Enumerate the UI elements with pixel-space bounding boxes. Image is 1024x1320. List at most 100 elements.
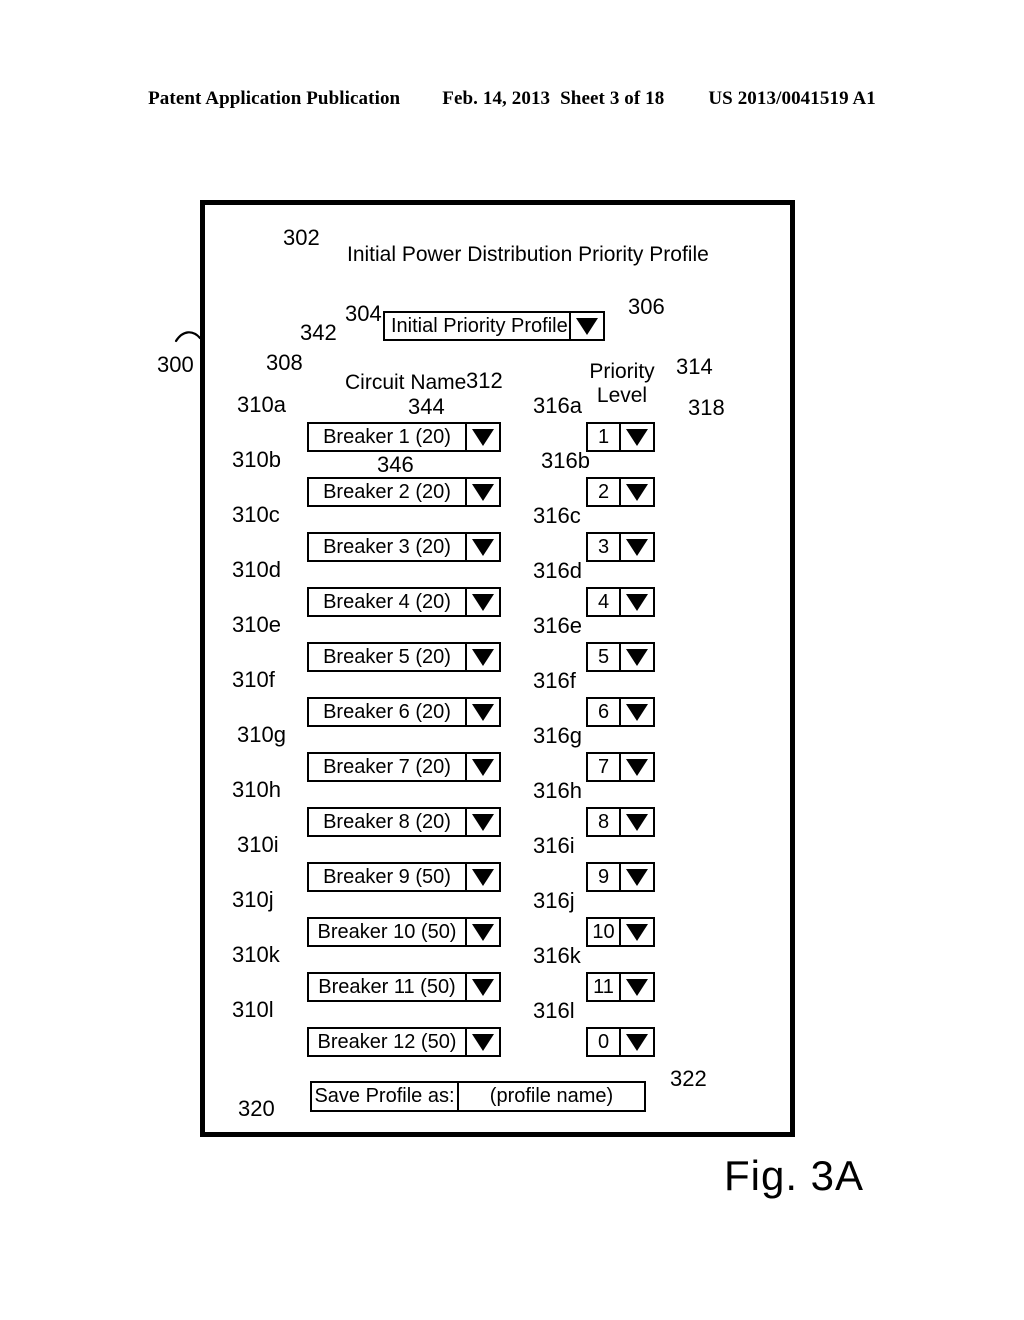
priority-level-dropdown-button[interactable]: [619, 534, 653, 560]
ref-priority-11: 316l: [533, 998, 575, 1023]
circuit-name-dropdown-button[interactable]: [465, 919, 499, 945]
caret-down-icon: [626, 593, 648, 611]
priority-level-value[interactable]: 9: [588, 864, 619, 890]
circuit-name-select[interactable]: Breaker 3 (20): [307, 532, 501, 562]
priority-level-select[interactable]: 5: [586, 642, 655, 672]
publication-label: Patent Application Publication: [148, 88, 401, 109]
priority-level-select[interactable]: 11: [586, 972, 655, 1002]
priority-level-value[interactable]: 3: [588, 534, 619, 560]
priority-level-value[interactable]: 6: [588, 699, 619, 725]
priority-level-select[interactable]: 4: [586, 587, 655, 617]
priority-level-dropdown-button[interactable]: [619, 479, 653, 505]
circuit-name-value[interactable]: Breaker 1 (20): [309, 424, 465, 450]
circuit-name-value[interactable]: Breaker 6 (20): [309, 699, 465, 725]
circuit-name-select[interactable]: Breaker 11 (50): [307, 972, 501, 1002]
circuit-name-select[interactable]: Breaker 7 (20): [307, 752, 501, 782]
caret-down-icon: [472, 923, 494, 941]
ref-306: 306: [628, 294, 665, 319]
circuit-name-dropdown-button[interactable]: [465, 479, 499, 505]
circuit-name-dropdown-button[interactable]: [465, 974, 499, 1000]
patent-number: US 2013/0041519 A1: [708, 88, 876, 109]
circuit-name-value[interactable]: Breaker 9 (50): [309, 864, 465, 890]
ref-302: 302: [283, 225, 320, 250]
profile-select-dropdown-button[interactable]: [569, 313, 603, 339]
caret-down-icon: [626, 1033, 648, 1051]
priority-level-select[interactable]: 8: [586, 807, 655, 837]
priority-level-select[interactable]: 10: [586, 917, 655, 947]
ref-circuit-10: 310k: [232, 942, 280, 967]
ref-322: 322: [670, 1066, 707, 1091]
priority-level-value[interactable]: 5: [588, 644, 619, 670]
priority-level-value[interactable]: 8: [588, 809, 619, 835]
priority-level-value[interactable]: 10: [588, 919, 619, 945]
circuit-name-select[interactable]: Breaker 4 (20): [307, 587, 501, 617]
circuit-name-select[interactable]: Breaker 10 (50): [307, 917, 501, 947]
priority-level-select[interactable]: 6: [586, 697, 655, 727]
priority-level-dropdown-button[interactable]: [619, 974, 653, 1000]
priority-level-dropdown-button[interactable]: [619, 644, 653, 670]
ref-circuit-1: 310b: [232, 447, 281, 472]
circuit-name-dropdown-button[interactable]: [465, 809, 499, 835]
circuit-name-dropdown-button[interactable]: [465, 644, 499, 670]
circuit-name-select[interactable]: Breaker 9 (50): [307, 862, 501, 892]
priority-level-dropdown-button[interactable]: [619, 1029, 653, 1055]
circuit-name-value[interactable]: Breaker 2 (20): [309, 479, 465, 505]
circuit-name-value[interactable]: Breaker 8 (20): [309, 809, 465, 835]
ref-304: 304: [345, 301, 382, 326]
circuit-name-value[interactable]: Breaker 5 (20): [309, 644, 465, 670]
caret-down-icon: [472, 593, 494, 611]
circuit-name-dropdown-button[interactable]: [465, 424, 499, 450]
caret-down-icon: [472, 813, 494, 831]
circuit-name-select[interactable]: Breaker 5 (20): [307, 642, 501, 672]
priority-level-select[interactable]: 1: [586, 422, 655, 452]
circuit-name-select[interactable]: Breaker 12 (50): [307, 1027, 501, 1057]
circuit-name-select[interactable]: Breaker 1 (20): [307, 422, 501, 452]
circuit-name-value[interactable]: Breaker 11 (50): [309, 974, 465, 1000]
ref-circuit-3: 310d: [232, 557, 281, 582]
priority-level-value[interactable]: 0: [588, 1029, 619, 1055]
priority-level-value[interactable]: 2: [588, 479, 619, 505]
priority-level-select[interactable]: 7: [586, 752, 655, 782]
priority-level-dropdown-button[interactable]: [619, 699, 653, 725]
circuit-name-dropdown-button[interactable]: [465, 1029, 499, 1055]
priority-level-select[interactable]: 0: [586, 1027, 655, 1057]
circuit-name-value[interactable]: Breaker 7 (20): [309, 754, 465, 780]
circuit-name-value[interactable]: Breaker 4 (20): [309, 589, 465, 615]
priority-level-dropdown-button[interactable]: [619, 809, 653, 835]
caret-down-icon: [626, 483, 648, 501]
caret-down-icon: [626, 868, 648, 886]
circuit-name-select[interactable]: Breaker 6 (20): [307, 697, 501, 727]
priority-level-select[interactable]: 3: [586, 532, 655, 562]
circuit-name-dropdown-button[interactable]: [465, 534, 499, 560]
priority-level-dropdown-button[interactable]: [619, 919, 653, 945]
priority-level-select[interactable]: 9: [586, 862, 655, 892]
priority-level-select[interactable]: 2: [586, 477, 655, 507]
circuit-name-dropdown-button[interactable]: [465, 754, 499, 780]
save-profile-row[interactable]: Save Profile as: (profile name): [310, 1081, 646, 1112]
column-header-priority-level: Priority Level: [589, 360, 655, 407]
circuit-name-select[interactable]: Breaker 8 (20): [307, 807, 501, 837]
circuit-name-select[interactable]: Breaker 2 (20): [307, 477, 501, 507]
circuit-name-dropdown-button[interactable]: [465, 864, 499, 890]
circuit-name-value[interactable]: Breaker 10 (50): [309, 919, 465, 945]
caret-down-icon: [472, 978, 494, 996]
circuit-name-value[interactable]: Breaker 3 (20): [309, 534, 465, 560]
priority-level-value[interactable]: 1: [588, 424, 619, 450]
priority-level-dropdown-button[interactable]: [619, 754, 653, 780]
priority-level-value[interactable]: 4: [588, 589, 619, 615]
caret-down-icon: [576, 317, 598, 335]
caret-down-icon: [472, 758, 494, 776]
circuit-name-value[interactable]: Breaker 12 (50): [309, 1029, 465, 1055]
ref-circuit-9: 310j: [232, 887, 274, 912]
priority-level-dropdown-button[interactable]: [619, 864, 653, 890]
profile-select-value[interactable]: Initial Priority Profile 1: [385, 313, 569, 339]
priority-level-value[interactable]: 11: [588, 974, 619, 1000]
save-profile-name-input[interactable]: (profile name): [459, 1083, 644, 1110]
circuit-name-dropdown-button[interactable]: [465, 699, 499, 725]
ref-344: 344: [408, 394, 445, 419]
priority-level-dropdown-button[interactable]: [619, 424, 653, 450]
priority-level-value[interactable]: 7: [588, 754, 619, 780]
profile-select[interactable]: Initial Priority Profile 1: [383, 311, 605, 341]
priority-level-dropdown-button[interactable]: [619, 589, 653, 615]
circuit-name-dropdown-button[interactable]: [465, 589, 499, 615]
